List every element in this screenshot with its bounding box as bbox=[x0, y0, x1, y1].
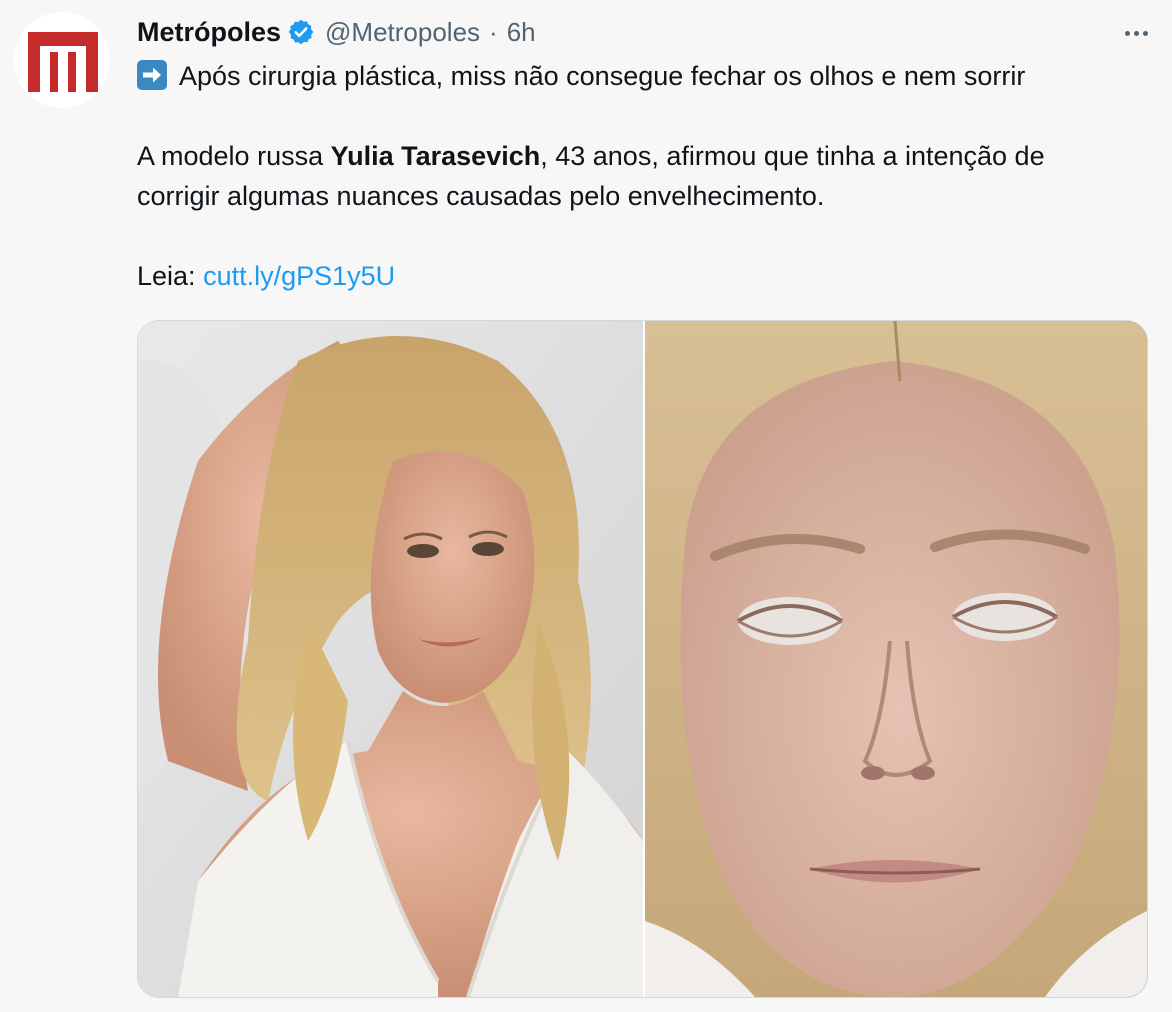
read-label: Leia: bbox=[137, 261, 204, 291]
tweet-header: Metrópoles @Metropoles · 6h bbox=[137, 12, 536, 52]
metropoles-logo-icon bbox=[14, 12, 110, 108]
tweet-card[interactable]: Metrópoles @Metropoles · 6h Após cirurgi… bbox=[0, 0, 1172, 1012]
avatar[interactable] bbox=[14, 12, 110, 108]
article-link[interactable]: cutt.ly/gPS1y5U bbox=[203, 261, 395, 291]
timestamp[interactable]: 6h bbox=[507, 17, 536, 48]
display-name[interactable]: Metrópoles bbox=[137, 17, 281, 48]
more-options-button[interactable] bbox=[1118, 18, 1154, 48]
body-line-1: A modelo russa Yulia Tarasevich, 43 anos… bbox=[137, 141, 1045, 171]
photo-after-surgery[interactable] bbox=[645, 321, 1147, 997]
more-options-icon bbox=[1124, 30, 1130, 36]
woman-portrait-icon bbox=[138, 321, 643, 997]
photo-before-surgery[interactable] bbox=[138, 321, 643, 997]
handle[interactable]: @Metropoles bbox=[325, 17, 480, 48]
woman-face-closeup-icon bbox=[645, 321, 1147, 997]
media-grid bbox=[137, 320, 1148, 998]
verified-badge-icon bbox=[287, 18, 315, 46]
separator-dot: · bbox=[489, 16, 498, 47]
model-name: Yulia Tarasevich bbox=[330, 141, 541, 171]
headline-line: Após cirurgia plástica, miss não consegu… bbox=[137, 56, 1157, 96]
right-arrow-emoji-icon bbox=[137, 60, 167, 90]
read-line: Leia: cutt.ly/gPS1y5U bbox=[137, 256, 1157, 296]
tweet-text: Após cirurgia plástica, miss não consegu… bbox=[137, 56, 1157, 296]
body-line-2: corrigir algumas nuances causadas pelo e… bbox=[137, 181, 825, 211]
headline: Após cirurgia plástica, miss não consegu… bbox=[179, 61, 1026, 91]
